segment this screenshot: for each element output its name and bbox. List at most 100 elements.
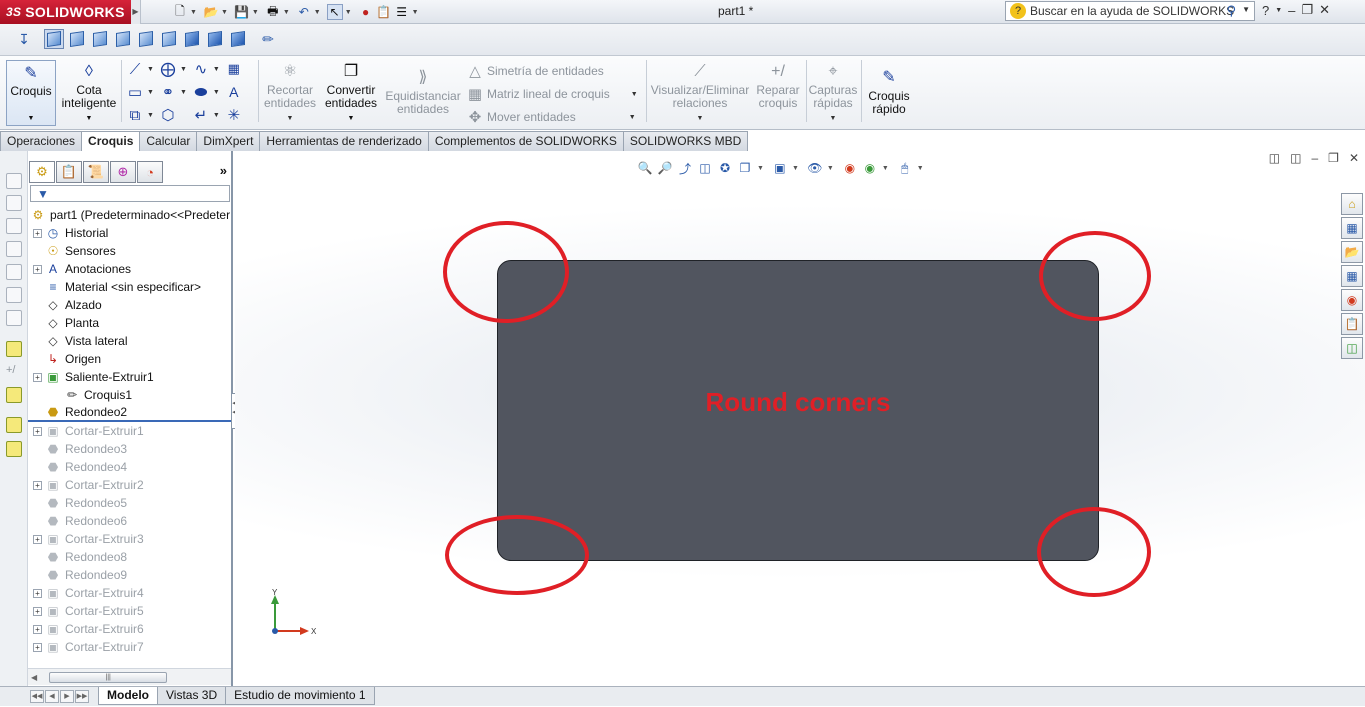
feature-tree-item[interactable]: ⬣ Redondeo3 [28, 440, 231, 458]
strip-cut-icon[interactable] [6, 441, 22, 457]
solid-view-3-icon[interactable] [228, 29, 248, 49]
print-icon[interactable]: 🖶 [265, 4, 281, 20]
strip-sketch-icon[interactable] [6, 341, 22, 357]
expand-toggle-icon[interactable]: + [33, 372, 42, 382]
convert-entities-button[interactable]: ❐ Convertir entidades ▼ [322, 60, 380, 125]
search-dropdown-arrow[interactable]: ▼ [1242, 5, 1250, 14]
expand-toggle-icon[interactable]: + [33, 534, 42, 544]
last-tab-arrow[interactable]: ▶▶ [75, 690, 89, 703]
feature-tree-item[interactable]: ⬣ Redondeo4 [28, 458, 231, 476]
bottom-tab-vistas-3d[interactable]: Vistas 3D [157, 687, 227, 705]
quick-snaps-button[interactable]: ⌖ Capturas rápidas ▼ [808, 60, 858, 125]
trim-entities-button[interactable]: ⚛ Recortar entidades ▼ [262, 60, 318, 125]
appearances-icon[interactable]: ◉ [1341, 289, 1363, 311]
feature-tree-item[interactable]: + ▣ Cortar-Extruir6 [28, 620, 231, 638]
strip-feature-icon[interactable] [6, 173, 22, 189]
strip-feature-icon[interactable] [6, 195, 22, 211]
close-icon[interactable]: ✕ [1319, 2, 1330, 18]
polygon-icon[interactable]: ⬡ [159, 106, 177, 124]
line-icon[interactable]: ⟋ [126, 60, 144, 78]
strip-feature-icon[interactable] [6, 287, 22, 303]
circle-dropdown-arrow[interactable]: ▼ [180, 66, 187, 73]
spline-dropdown-arrow[interactable]: ▼ [213, 66, 220, 73]
select-cursor-icon[interactable]: ↖ [326, 4, 343, 20]
help-icon[interactable]: ? [1262, 3, 1269, 18]
hide-show-dropdown-arrow[interactable]: ▼ [827, 165, 834, 172]
more-tabs-chevron-icon[interactable]: » [220, 163, 227, 178]
display-style-dropdown-arrow[interactable]: ▼ [792, 165, 799, 172]
prev-tab-arrow[interactable]: ◀ [45, 690, 59, 703]
feature-tree-item[interactable]: ⚙ part1 (Predeterminado<<Predeter [28, 206, 231, 224]
strip-feature-icon[interactable] [6, 310, 22, 326]
ellipse-dropdown-arrow[interactable]: ▼ [213, 89, 220, 96]
move-dropdown-arrow[interactable]: ▼ [629, 114, 636, 121]
slot-icon[interactable]: ⧉ [126, 106, 144, 124]
previous-view-icon[interactable]: ⤴ [677, 160, 693, 176]
relations-dropdown-arrow[interactable]: ▼ [697, 112, 704, 125]
feature-tree-item[interactable]: + ▣ Cortar-Extruir5 [28, 602, 231, 620]
ellipse-icon[interactable]: ⬬ [192, 83, 210, 101]
apply-scene-icon[interactable]: ◉ [862, 160, 878, 176]
tab-solidworks-mbd[interactable]: SOLIDWORKS MBD [622, 131, 749, 151]
help-search-input[interactable]: Buscar en la ayuda de SOLIDWORKS [1030, 4, 1234, 18]
zoom-to-fit-icon[interactable]: 🔍 [637, 160, 653, 176]
hidden-lines-removed-icon[interactable] [90, 29, 110, 49]
strip-extrude-icon[interactable] [6, 417, 22, 433]
wireframe-view-icon[interactable] [44, 29, 64, 49]
hidden-lines-visible-icon[interactable] [67, 29, 87, 49]
viewport-minimize-icon[interactable]: – [1311, 151, 1318, 165]
restore-icon[interactable]: ❐ [1301, 2, 1313, 18]
tab-operaciones[interactable]: Operaciones [0, 131, 83, 151]
expand-toggle-icon[interactable]: + [33, 624, 42, 634]
feature-tree-item[interactable]: ⬣ Redondeo8 [28, 548, 231, 566]
smart-dimension-button[interactable]: ◊ Cota inteligente ▼ [60, 60, 118, 125]
rapid-sketch-button[interactable]: ✎ Croquis rápido [864, 66, 914, 116]
expand-toggle-icon[interactable]: + [33, 480, 42, 490]
horizontal-scrollbar[interactable]: ◀ ||| [28, 668, 231, 685]
feature-tree-item[interactable]: ◇ Planta [28, 314, 231, 332]
graphics-area[interactable]: 🔍 🔎 ⤴ ◫ ✪ ❐ ▼ ▣ ▼ 👁 ▼ ◉ ◉ ▼ 🖱 ▼ ◫ ◫ – ❐ ✕ ⌂ ▦… [235, 151, 1365, 686]
display-style-icon[interactable]: ▣ [772, 160, 788, 176]
rectangle-icon[interactable]: ▭ [126, 83, 144, 101]
expand-toggle-icon[interactable]: + [33, 426, 42, 436]
rebuild-traffic-light-icon[interactable]: ● [358, 4, 374, 20]
quick-snaps-dropdown-arrow[interactable]: ▼ [830, 112, 837, 125]
tab-complementos-de-solidworks[interactable]: Complementos de SOLIDWORKS [427, 131, 624, 151]
property-manager-tab-icon[interactable]: 📋 [56, 161, 82, 183]
open-folder-icon[interactable]: 📂 [203, 4, 219, 20]
feature-tree-item[interactable]: ◇ Alzado [28, 296, 231, 314]
solidworks-resources-icon[interactable]: ⌂ [1341, 193, 1363, 215]
zoom-to-area-icon[interactable]: 🔎 [657, 160, 673, 176]
bottom-tab-estudio-de-movimiento-1[interactable]: Estudio de movimiento 1 [225, 687, 375, 705]
text-icon[interactable]: A [225, 83, 243, 101]
view-settings-dropdown-arrow[interactable]: ▼ [917, 165, 924, 172]
offset-entities-button[interactable]: ⟫ Equidistanciar entidades [384, 66, 462, 116]
dimxpert-manager-tab-icon[interactable]: ⊕ [110, 161, 136, 183]
feature-tree-item[interactable]: ⬣ Redondeo2 [28, 404, 231, 422]
feature-tree-item[interactable]: ⬣ Redondeo9 [28, 566, 231, 584]
fillet-dropdown-arrow[interactable]: ▼ [213, 112, 220, 119]
feature-tree-item[interactable]: ☉ Sensores [28, 242, 231, 260]
custom-properties-icon[interactable]: 📋 [1341, 313, 1363, 335]
strip-feature-icon[interactable] [6, 241, 22, 257]
rectangle-dropdown-arrow[interactable]: ▼ [147, 89, 154, 96]
feature-tree-item[interactable]: + ▣ Cortar-Extruir1 [28, 422, 231, 440]
next-tab-arrow[interactable]: ▶ [60, 690, 74, 703]
solid-shaded-icon[interactable] [205, 29, 225, 49]
feature-tree-item[interactable]: ✏ Croquis1 [28, 386, 231, 404]
mirror-entities-button[interactable]: △ Simetría de entidades [466, 62, 604, 80]
feature-tree-item[interactable]: + ◷ Historial [28, 224, 231, 242]
file-explorer-icon[interactable]: 📂 [1341, 241, 1363, 263]
tab-calcular[interactable]: Calcular [139, 131, 198, 151]
tab-dimxpert[interactable]: DimXpert [196, 131, 261, 151]
display-manager-tab-icon[interactable]: ◔ [137, 161, 163, 183]
save-dropdown-arrow[interactable]: ▼ [252, 9, 259, 16]
move-entities-button[interactable]: ✥ Mover entidades ▼ [466, 108, 638, 126]
sketch-grid-icon[interactable]: ▦ [225, 60, 243, 78]
feature-tree-item[interactable]: + A Anotaciones [28, 260, 231, 278]
scroll-left-arrow[interactable]: ◀ [31, 673, 37, 682]
select-dropdown-arrow[interactable]: ▼ [345, 9, 352, 16]
options-icon[interactable]: ☰ [394, 4, 410, 20]
feature-tree-item[interactable]: + ▣ Cortar-Extruir2 [28, 476, 231, 494]
arc-dropdown-arrow[interactable]: ▼ [180, 89, 187, 96]
